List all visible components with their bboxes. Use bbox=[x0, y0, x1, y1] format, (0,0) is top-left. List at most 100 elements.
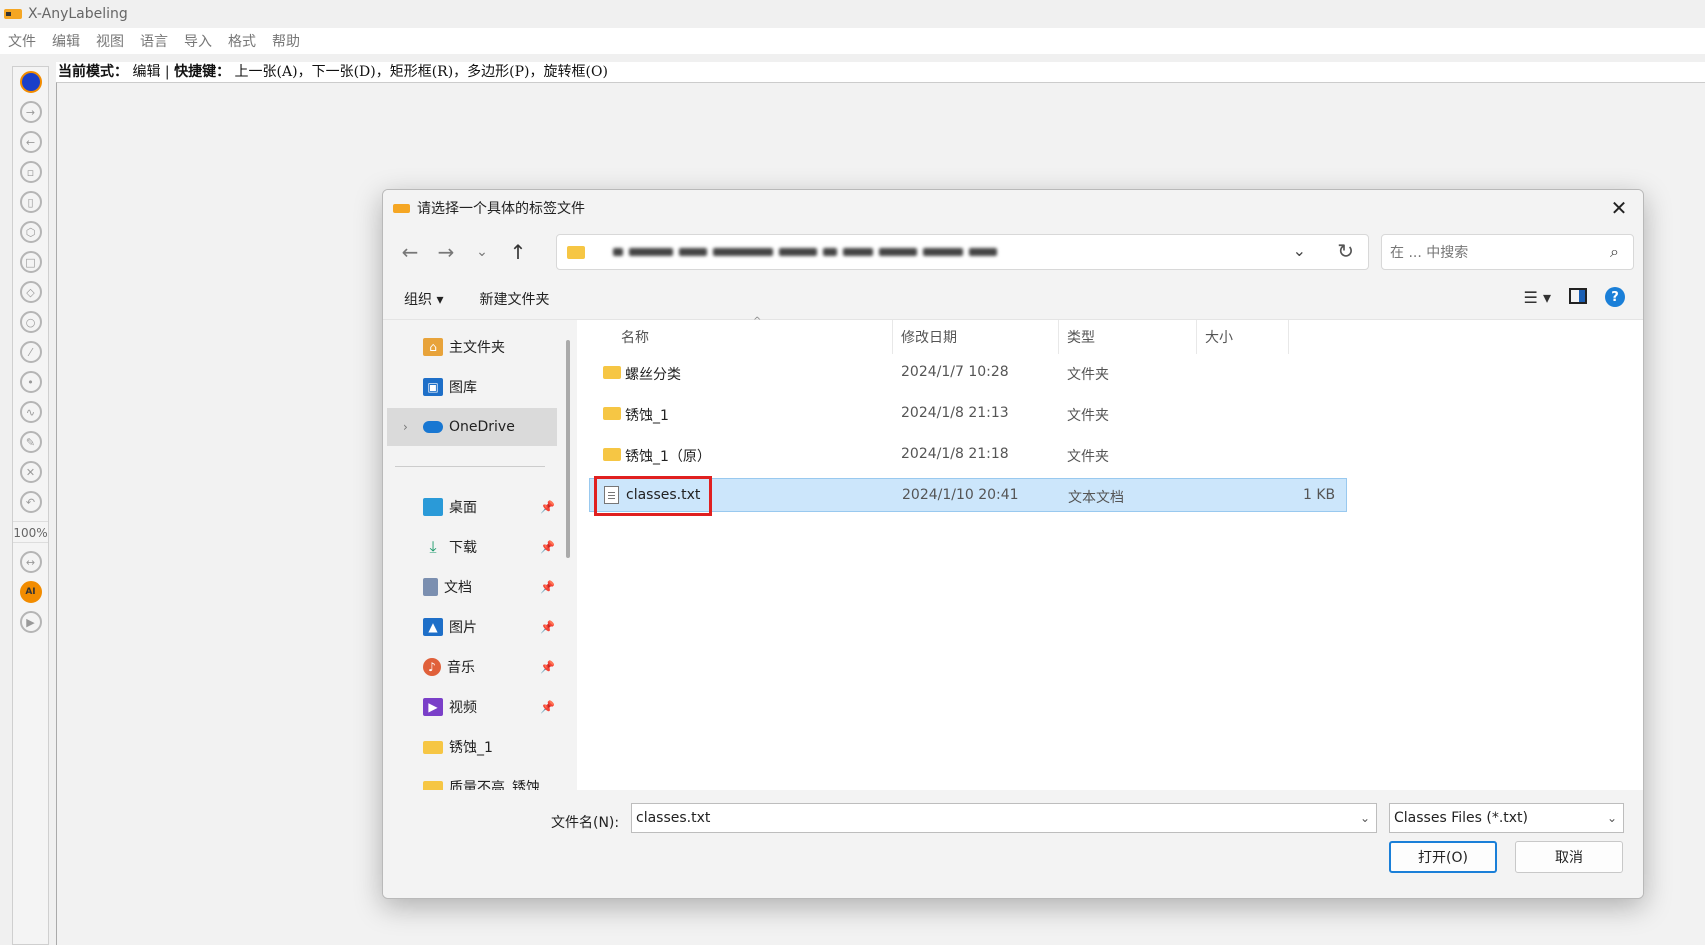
app-logo-icon bbox=[4, 9, 22, 19]
menu-language[interactable]: 语言 bbox=[140, 31, 168, 51]
menu-bar: 文件 编辑 视图 语言 导入 格式 帮助 bbox=[0, 28, 1705, 54]
navigation-pane: ⌂ 主文件夹 ▣ 图库 › OneDrive 桌面 📌 ⤓ 下载 📌 文档 📌 … bbox=[383, 320, 573, 790]
zoom-level[interactable]: 100% bbox=[13, 521, 48, 543]
navigation-row: ← → ⌄ ↑ ⌄ ↻ 在 ... 中搜索 ⌕ bbox=[383, 226, 1643, 278]
pictures-icon: ▲ bbox=[423, 618, 443, 636]
column-type[interactable]: 类型 bbox=[1059, 320, 1197, 354]
file-type-filter[interactable]: Classes Files (*.txt) ⌄ bbox=[1389, 803, 1624, 833]
back-icon[interactable]: ← bbox=[395, 237, 425, 267]
sidebar-item-label: 音乐 bbox=[447, 660, 475, 676]
ai-icon[interactable]: AI bbox=[19, 581, 42, 603]
point-icon[interactable]: • bbox=[19, 371, 42, 393]
organize-button[interactable]: 组织 ▾ bbox=[404, 289, 443, 309]
fit-width-icon[interactable]: ↔ bbox=[19, 551, 42, 573]
app-title: X-AnyLabeling bbox=[28, 6, 128, 22]
sidebar-item-label: 锈蚀_1 bbox=[449, 740, 493, 756]
menu-format[interactable]: 格式 bbox=[228, 31, 256, 51]
line-icon[interactable]: ⁄ bbox=[19, 341, 42, 363]
column-modified-label: 修改日期 bbox=[901, 330, 957, 346]
open-dir-icon[interactable] bbox=[19, 71, 42, 93]
next-image-icon[interactable]: → bbox=[19, 101, 42, 123]
file-row-luosi[interactable]: 螺丝分类 2024/1/7 10:28 文件夹 bbox=[589, 356, 1347, 390]
new-folder-button[interactable]: 新建文件夹 bbox=[479, 289, 549, 309]
app-titlebar: X-AnyLabeling bbox=[0, 0, 1705, 28]
sidebar-item-music[interactable]: ♪ 音乐 📌 bbox=[387, 648, 557, 686]
sidebar-item-documents[interactable]: 文档 📌 bbox=[387, 568, 557, 606]
delete-shape-icon[interactable]: ✕ bbox=[19, 461, 42, 483]
address-dropdown-icon[interactable]: ⌄ bbox=[1293, 241, 1306, 260]
file-type: 文件夹 bbox=[1067, 408, 1109, 424]
column-name[interactable]: 名称 ^ bbox=[577, 316, 893, 354]
dialog-logo-icon bbox=[393, 203, 410, 213]
sidebar-divider bbox=[395, 466, 545, 467]
close-icon[interactable]: ✕ bbox=[1607, 196, 1631, 220]
delete-file-icon[interactable]: ▯ bbox=[19, 191, 42, 213]
sidebar-item-desktop[interactable]: 桌面 📌 bbox=[387, 488, 557, 526]
menu-import[interactable]: 导入 bbox=[184, 31, 212, 51]
linestrip-icon[interactable]: ∿ bbox=[19, 401, 42, 423]
mode-bar: 当前模式： 编辑 | 快捷键： 上一张(A)，下一张(D)，矩形框(R)，多边形… bbox=[56, 62, 1705, 82]
sidebar-item-downloads[interactable]: ⤓ 下载 📌 bbox=[387, 528, 557, 566]
prev-image-icon[interactable]: ← bbox=[19, 131, 42, 153]
sidebar-item-label: 下载 bbox=[449, 540, 477, 556]
rectangle-icon[interactable]: □ bbox=[19, 251, 42, 273]
address-bar[interactable]: ⌄ ↻ bbox=[556, 234, 1369, 270]
column-modified[interactable]: 修改日期 bbox=[893, 320, 1059, 354]
polygon-icon[interactable]: ⬡ bbox=[19, 221, 42, 243]
file-modified: 2024/1/10 20:41 bbox=[902, 487, 1019, 503]
file-size: 1 KB bbox=[1303, 487, 1336, 503]
search-input[interactable]: 在 ... 中搜索 ⌕ bbox=[1381, 234, 1634, 270]
annotation-highlight-box bbox=[594, 476, 712, 516]
filename-label: 文件名(N): bbox=[551, 815, 620, 831]
rotation-icon[interactable]: ◇ bbox=[19, 281, 42, 303]
circle-icon[interactable]: ○ bbox=[19, 311, 42, 333]
up-folder-icon[interactable]: ↑ bbox=[503, 237, 533, 267]
folder-icon bbox=[603, 448, 621, 461]
help-icon[interactable]: ? bbox=[1605, 287, 1625, 307]
file-type-filter-value: Classes Files (*.txt) bbox=[1394, 810, 1528, 826]
menu-help[interactable]: 帮助 bbox=[272, 31, 300, 51]
sidebar-item-home[interactable]: ⌂ 主文件夹 bbox=[387, 328, 557, 366]
sidebar-item-videos[interactable]: ▶ 视频 📌 bbox=[387, 688, 557, 726]
folder-icon bbox=[603, 407, 621, 420]
sidebar-scrollbar[interactable] bbox=[566, 340, 570, 558]
sidebar-item-onedrive[interactable]: › OneDrive bbox=[387, 408, 557, 446]
dialog-body: ⌂ 主文件夹 ▣ 图库 › OneDrive 桌面 📌 ⤓ 下载 📌 文档 📌 … bbox=[383, 316, 1643, 790]
menu-view[interactable]: 视图 bbox=[96, 31, 124, 51]
sidebar-item-label: 图库 bbox=[449, 380, 477, 396]
view-options-icon[interactable]: ☰ ▾ bbox=[1524, 288, 1551, 307]
sidebar-item-rust1[interactable]: 锈蚀_1 bbox=[387, 728, 557, 766]
filename-input[interactable]: classes.txt ⌄ bbox=[631, 803, 1377, 833]
forward-icon[interactable]: → bbox=[431, 237, 461, 267]
file-row-classes-txt[interactable]: classes.txt 2024/1/10 20:41 文本文档 1 KB bbox=[589, 476, 1347, 516]
dialog-footer: 文件名(N): classes.txt ⌄ Classes Files (*.t… bbox=[383, 790, 1643, 898]
edit-icon[interactable]: ✎ bbox=[19, 431, 42, 453]
file-name: 螺丝分类 bbox=[625, 367, 681, 383]
save-icon[interactable]: ▫ bbox=[19, 161, 42, 183]
dialog-title: 请选择一个具体的标签文件 bbox=[417, 201, 585, 217]
chevron-down-icon[interactable]: ⌄ bbox=[1607, 804, 1617, 832]
pin-icon: 📌 bbox=[540, 580, 555, 594]
file-row-rust1[interactable]: 锈蚀_1 2024/1/8 21:13 文件夹 bbox=[589, 397, 1347, 431]
recent-locations-icon[interactable]: ⌄ bbox=[467, 237, 497, 267]
file-row-rust1-original[interactable]: 锈蚀_1（原） 2024/1/8 21:18 文件夹 bbox=[589, 438, 1347, 472]
sidebar-item-gallery[interactable]: ▣ 图库 bbox=[387, 368, 557, 406]
menu-edit[interactable]: 编辑 bbox=[52, 31, 80, 51]
sidebar-item-label: 主文件夹 bbox=[449, 340, 505, 356]
refresh-icon[interactable]: ↻ bbox=[1337, 239, 1354, 263]
open-button[interactable]: 打开(O) bbox=[1389, 841, 1497, 873]
column-size[interactable]: 大小 bbox=[1197, 320, 1289, 354]
preview-pane-icon[interactable] bbox=[1569, 288, 1587, 304]
cancel-button[interactable]: 取消 bbox=[1515, 841, 1623, 873]
document-icon bbox=[423, 578, 438, 596]
menu-file[interactable]: 文件 bbox=[8, 31, 36, 51]
expand-chevron-icon[interactable]: › bbox=[403, 420, 408, 434]
sidebar-item-pictures[interactable]: ▲ 图片 📌 bbox=[387, 608, 557, 646]
shortcut-list: 上一张(A)，下一张(D)，矩形框(R)，多边形(P)，旋转框(O) bbox=[234, 64, 608, 80]
chevron-down-icon[interactable]: ⌄ bbox=[1360, 804, 1370, 832]
undo-icon[interactable]: ↶ bbox=[19, 491, 42, 513]
sidebar-item-rust-low-quality[interactable]: 质量不高_锈蚀 bbox=[387, 768, 557, 790]
sidebar-item-label: 文档 bbox=[444, 580, 472, 596]
run-icon[interactable]: ▶ bbox=[19, 611, 42, 633]
onedrive-icon bbox=[423, 421, 443, 433]
